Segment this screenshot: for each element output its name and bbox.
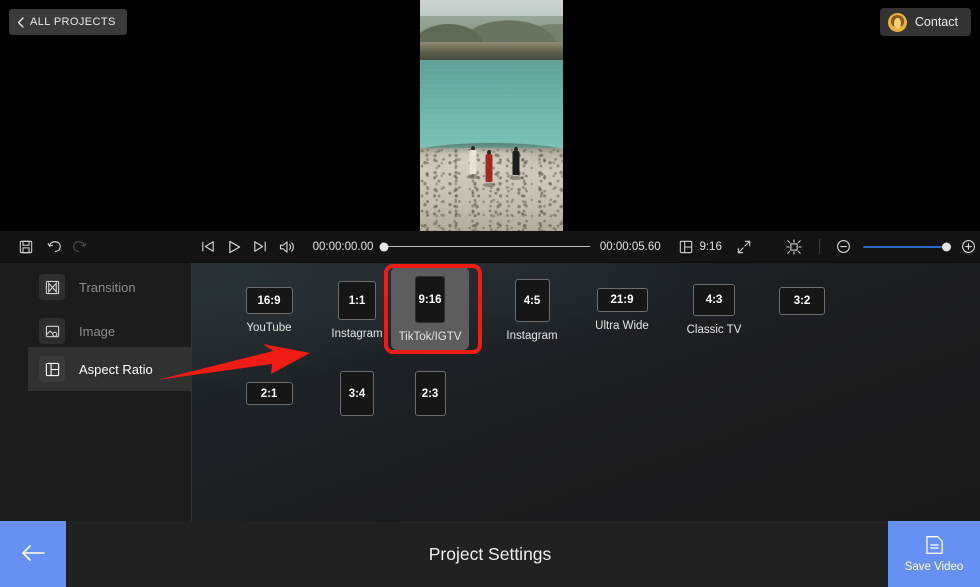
aspect-ratio-grid: 16:9 YouTube 1:1 Instagram 9:16 TikTok/I… — [192, 263, 980, 521]
aspect-ratio-value: 21:9 — [610, 294, 634, 306]
aspect-ratio-value: 9:16 — [418, 293, 442, 306]
aspect-ratio-thumb: 3:2 — [779, 287, 825, 315]
aspect-ratio-thumb: 9:16 — [415, 276, 445, 323]
main-body: Transition Image Aspect Ratio 16:9 YouTu… — [0, 263, 980, 521]
aspect-ratio-label: TikTok/IGTV — [398, 331, 462, 343]
aspect-ratio-value: 4:5 — [523, 294, 541, 307]
page-title: Project Settings — [428, 543, 552, 564]
scrubber-track — [384, 245, 590, 248]
all-projects-label: ALL PROJECTS — [30, 16, 116, 28]
aspect-ratio-panel: 16:9 YouTube 1:1 Instagram 9:16 TikTok/I… — [192, 263, 980, 521]
person-body — [469, 150, 476, 174]
volume-button[interactable] — [275, 240, 298, 254]
aspect-ratio-label: Ultra Wide — [595, 320, 649, 332]
back-button[interactable] — [0, 521, 66, 587]
save-video-button[interactable]: Save Video — [888, 521, 980, 587]
aspect-ratio-option-3-4[interactable]: 3:4 — [309, 371, 405, 424]
editor-toolbar: 00:00:00.00 00:00:05.60 9:16 — [0, 231, 980, 263]
all-projects-button[interactable]: ALL PROJECTS — [9, 9, 127, 35]
bottom-bar: Project Settings Save Video — [0, 521, 980, 587]
aspect-ratio-thumb: 21:9 — [596, 288, 648, 312]
save-video-label: Save Video — [904, 561, 964, 573]
aspect-ratio-option-4-5[interactable]: 4:5 Instagram — [489, 279, 575, 342]
chevron-left-icon — [17, 16, 24, 28]
current-timecode: 00:00:00.00 — [312, 240, 374, 253]
person-shadow — [466, 175, 479, 179]
sidebar-item-aspect-ratio[interactable]: Aspect Ratio — [28, 347, 191, 391]
aspect-ratio-icon — [39, 356, 65, 382]
tool-sidebar: Transition Image Aspect Ratio — [0, 263, 191, 521]
aspect-ratio-option-3-2[interactable]: 3:2 — [762, 287, 842, 323]
user-avatar-icon — [887, 12, 907, 32]
snap-to-grid-icon[interactable] — [781, 238, 806, 255]
video-preview[interactable] — [420, 0, 563, 231]
sidebar-item-label: Transition — [79, 279, 136, 295]
preview-area: ALL PROJECTS Contact — [0, 0, 980, 231]
preview-person-black — [509, 147, 522, 180]
skip-to-start-button[interactable] — [196, 240, 219, 253]
aspect-ratio-thumb: 3:4 — [340, 371, 374, 416]
aspect-ratio-label: Instagram — [506, 330, 558, 342]
zoom-out-icon[interactable] — [831, 239, 854, 254]
aspect-ratio-thumb: 2:3 — [414, 371, 446, 416]
aspect-ratio-thumb: 1:1 — [338, 281, 376, 320]
aspect-ratio-option-21-9[interactable]: 21:9 Ultra Wide — [579, 288, 665, 332]
toolbar-aspect-ratio-value: 9:16 — [699, 240, 722, 253]
save-document-icon — [925, 535, 944, 558]
total-timecode: 00:00:05.60 — [599, 240, 661, 253]
contact-label: Contact — [914, 15, 958, 29]
aspect-ratio-thumb: 4:3 — [693, 284, 735, 316]
preview-person-red — [482, 150, 496, 187]
redo-button — [68, 240, 90, 254]
aspect-ratio-value: 2:1 — [260, 387, 278, 400]
preview-person-white — [466, 146, 479, 179]
sidebar-item-transition[interactable]: Transition — [28, 265, 191, 309]
transition-icon — [39, 274, 65, 300]
arrow-left-icon — [20, 543, 46, 566]
scrubber-playhead[interactable] — [379, 242, 389, 251]
aspect-ratio-thumb: 16:9 — [245, 287, 293, 314]
undo-button[interactable] — [44, 240, 66, 254]
aspect-ratio-option-4-3[interactable]: 4:3 Classic TV — [671, 284, 757, 336]
video-editor-window: ALL PROJECTS Contact 00:00:00.00 00:00:0… — [0, 0, 980, 587]
aspect-ratio-value: 3:4 — [348, 387, 366, 400]
aspect-ratio-option-9-16[interactable]: 9:16 TikTok/IGTV — [391, 267, 469, 350]
sidebar-item-label: Image — [79, 323, 116, 339]
aspect-ratio-label: Instagram — [331, 328, 383, 340]
aspect-ratio-thumb: 4:5 — [514, 279, 550, 322]
save-button[interactable] — [15, 240, 37, 254]
timeline-scrubber[interactable] — [379, 231, 590, 262]
zoom-slider[interactable] — [862, 242, 951, 251]
zoom-in-icon[interactable] — [957, 239, 980, 254]
fullscreen-expand-icon[interactable] — [732, 240, 755, 254]
image-icon — [39, 318, 65, 344]
person-shadow — [482, 183, 496, 187]
skip-to-end-button[interactable] — [249, 240, 272, 253]
aspect-ratio-option-2-1[interactable]: 2:1 — [224, 382, 314, 413]
person-body — [485, 154, 493, 182]
aspect-ratio-label: Classic TV — [686, 324, 742, 336]
aspect-ratio-value: 3:2 — [793, 295, 811, 307]
sidebar-item-label: Aspect Ratio — [79, 361, 153, 377]
aspect-ratio-value: 16:9 — [257, 294, 281, 307]
zoom-slider-knob[interactable] — [941, 242, 951, 251]
contact-button[interactable]: Contact — [879, 8, 971, 36]
play-button[interactable] — [222, 240, 245, 254]
aspect-ratio-thumb: 2:1 — [245, 382, 293, 405]
aspect-ratio-option-2-3[interactable]: 2:3 — [400, 371, 460, 424]
person-shadow — [509, 176, 522, 180]
aspect-ratio-icon[interactable] — [676, 240, 696, 254]
person-body — [512, 151, 519, 175]
aspect-ratio-option-16-9[interactable]: 16:9 YouTube — [224, 287, 314, 334]
aspect-ratio-value: 1:1 — [348, 294, 366, 307]
aspect-ratio-label: YouTube — [246, 322, 292, 334]
aspect-ratio-value: 4:3 — [705, 294, 723, 306]
toolbar-divider — [818, 239, 820, 254]
aspect-ratio-value: 2:3 — [421, 387, 439, 400]
